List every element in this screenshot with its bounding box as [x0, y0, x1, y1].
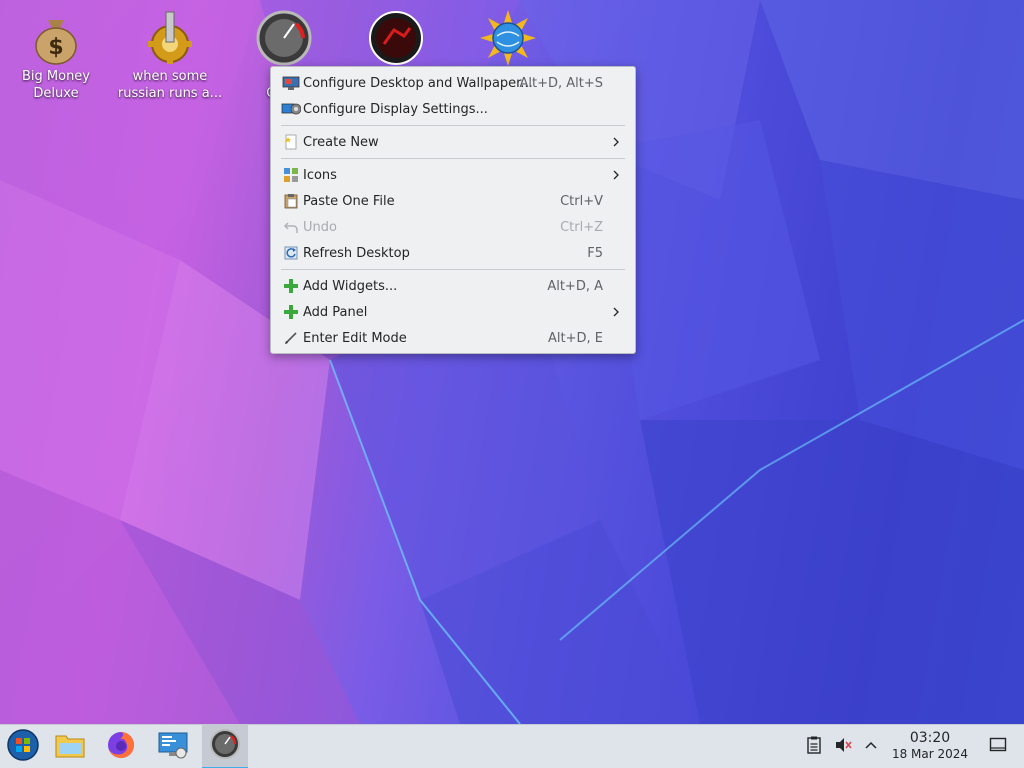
menu-item-configure-desktop[interactable]: Configure Desktop and Wallpaper... Alt+D… — [271, 70, 635, 96]
money-bag-icon: $ — [28, 10, 84, 66]
desktop-icon-label: russian runs a... — [117, 86, 223, 101]
desktop-icon-red-disc[interactable] — [340, 4, 452, 68]
chevron-right-icon — [610, 169, 622, 181]
menu-separator — [281, 125, 625, 126]
undo-icon — [281, 218, 301, 236]
menu-item-label: Create New — [303, 134, 379, 150]
svg-text:$: $ — [48, 35, 63, 60]
menu-separator — [281, 269, 625, 270]
menu-item-edit-mode[interactable]: Enter Edit Mode Alt+D, E — [271, 325, 635, 351]
firefox-icon — [106, 730, 136, 764]
clock-time: 03:20 — [909, 730, 951, 746]
menu-item-refresh[interactable]: Refresh Desktop F5 — [271, 240, 635, 266]
clipboard-tray-button[interactable] — [804, 736, 824, 758]
menu-item-label: Add Panel — [303, 304, 368, 320]
system-settings-icon — [157, 731, 189, 763]
gauge-app-icon — [210, 729, 240, 763]
paste-icon — [281, 192, 301, 210]
taskbar: 03:20 18 Mar 2024 — [0, 724, 1024, 768]
file-manager-button[interactable] — [47, 725, 93, 768]
menu-item-label: Icons — [303, 167, 337, 183]
menu-item-icons[interactable]: Icons — [271, 162, 635, 188]
menu-item-paste[interactable]: Paste One File Ctrl+V — [271, 188, 635, 214]
system-settings-button[interactable] — [150, 725, 196, 768]
menu-item-create-new[interactable]: Create New — [271, 129, 635, 155]
gear-icon — [142, 10, 198, 66]
gauge-app-button[interactable] — [202, 725, 248, 768]
desktop-icon-sun-globe[interactable] — [452, 4, 564, 68]
menu-item-undo[interactable]: Undo Ctrl+Z — [271, 214, 635, 240]
firefox-button[interactable] — [98, 725, 144, 768]
chevron-up-icon — [864, 738, 878, 757]
create-new-icon — [281, 133, 301, 151]
desktop-icon-russian[interactable]: when some russian runs a... — [114, 4, 226, 102]
menu-item-shortcut: Ctrl+Z — [560, 219, 603, 235]
chevron-right-icon — [610, 306, 622, 318]
menu-item-shortcut: Ctrl+V — [560, 193, 603, 209]
desktop-context-menu: Configure Desktop and Wallpaper... Alt+D… — [270, 66, 636, 354]
menu-item-shortcut: F5 — [587, 245, 603, 261]
digital-clock[interactable]: 03:20 18 Mar 2024 — [884, 730, 976, 762]
icons-icon — [281, 166, 301, 184]
volume-muted-icon — [834, 736, 852, 758]
desktop-icon-label: Deluxe — [33, 86, 79, 101]
clipboard-icon — [806, 736, 822, 758]
clock-date: 18 Mar 2024 — [891, 747, 969, 761]
menu-item-label: Refresh Desktop — [303, 245, 410, 261]
desktop-icon-big-money[interactable]: $ Big Money Deluxe — [0, 4, 112, 102]
start-menu-icon — [7, 729, 39, 765]
show-desktop-icon — [989, 737, 1007, 757]
add-widgets-icon — [281, 277, 301, 295]
gauge-icon — [256, 10, 312, 66]
menu-item-configure-display[interactable]: Configure Display Settings... — [271, 96, 635, 122]
menu-separator — [281, 158, 625, 159]
volume-tray-button[interactable] — [833, 737, 853, 757]
red-disc-icon — [368, 10, 424, 66]
display-settings-icon — [281, 100, 301, 118]
menu-item-add-panel[interactable]: Add Panel — [271, 299, 635, 325]
tray-expand-button[interactable] — [861, 737, 881, 757]
chevron-right-icon — [610, 136, 622, 148]
desktop-icon-label: when some — [132, 69, 208, 84]
file-manager-icon — [55, 732, 85, 762]
start-menu-button[interactable] — [0, 725, 46, 768]
menu-item-label: Configure Display Settings... — [303, 101, 488, 117]
refresh-icon — [281, 244, 301, 262]
show-desktop-button[interactable] — [988, 737, 1008, 757]
edit-mode-icon — [281, 329, 301, 347]
menu-item-shortcut: Alt+D, E — [548, 330, 603, 346]
desktop-settings-icon — [281, 74, 301, 92]
desktop-icon-label: Big Money — [21, 69, 90, 84]
menu-item-shortcut: Alt+D, A — [547, 278, 603, 294]
add-panel-icon — [281, 303, 301, 321]
sun-globe-icon — [480, 10, 536, 66]
menu-item-add-widgets[interactable]: Add Widgets... Alt+D, A — [271, 273, 635, 299]
menu-item-shortcut: Alt+D, Alt+S — [519, 75, 603, 91]
